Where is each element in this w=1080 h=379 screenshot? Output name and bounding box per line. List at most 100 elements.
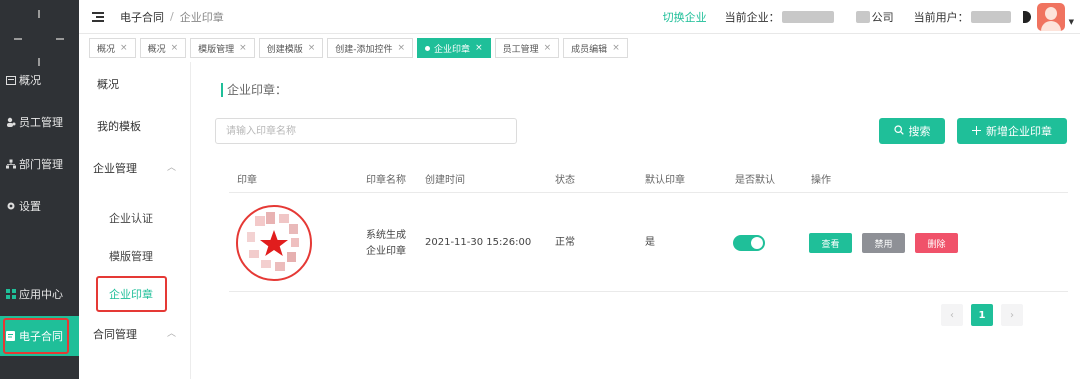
sidebar-item-settings[interactable]: 设置 [0,196,79,216]
breadcrumb-app[interactable]: 电子合同 [120,9,164,25]
disable-button[interactable]: 禁用 [862,233,905,253]
sidebar-item-label: 员工管理 [19,116,63,129]
company-name-redacted [781,11,834,23]
close-icon[interactable]: × [475,43,483,53]
menu-group-contract-mgmt[interactable]: 合同管理 [93,326,137,342]
add-seal-button-label: 新增企业印章 [986,125,1052,138]
view-button[interactable]: 查看 [809,233,852,253]
sidebar-item-overview[interactable]: 概况 [0,70,79,90]
avatar[interactable] [1036,3,1065,31]
highlight-frame [96,276,167,312]
department-icon [5,159,16,170]
chevron-up-icon[interactable]: ︿ [167,326,176,339]
tab-add-control[interactable]: 创建-添加控件 × [327,38,414,58]
status-text: 正常 [555,237,575,248]
tab-template-mgmt[interactable]: 模版管理 × [190,38,255,58]
prev-page-button[interactable]: ‹ [941,304,963,326]
tab-create-template[interactable]: 创建模版 × [258,38,324,58]
header-right: 切换企业 当前企业： 公司 当前用户： ▼ [663,0,1080,34]
column-header: 操作 [811,175,831,186]
menu-item-template-mgmt[interactable]: 模版管理 [109,248,153,264]
next-page-button[interactable]: › [1001,304,1023,326]
tab-overview[interactable]: 概况 × [89,38,136,58]
default-seal-value: 是 [645,237,655,248]
close-icon[interactable]: × [398,43,406,53]
overview-icon [5,75,16,86]
column-header: 印章 [237,175,257,186]
staff-icon [5,117,16,128]
sidebar-item-label: 应用中心 [19,288,63,301]
company-name-suffix: 公司 [871,11,894,24]
menu-item-my-templates[interactable]: 我的模板 [97,118,141,134]
search-icon [893,124,904,138]
column-header: 状态 [555,175,575,186]
tab-overview-2[interactable]: 概况 × [139,38,187,58]
search-button[interactable]: 搜索 [879,118,945,144]
logo [0,0,79,70]
user-name-redacted [970,11,1011,23]
seal-name-line: 系统生成 [366,230,406,241]
tab-member-edit[interactable]: 成员编辑 × [563,38,628,58]
table-row: 系统生成 企业印章 2021-11-30 15:26:00 正常 是 查看 禁用… [229,194,1068,292]
breadcrumb-current: 企业印章 [179,10,224,24]
breadcrumb-separator: / [170,10,174,23]
tab-label: 概况 [97,44,116,55]
company-name-redacted [855,11,870,23]
close-icon[interactable]: × [544,43,552,53]
close-icon[interactable]: × [120,43,128,53]
menu-item-company-auth[interactable]: 企业认证 [109,210,153,226]
pagination: ‹ 1 › [941,304,1031,326]
default-toggle[interactable] [733,235,765,251]
secondary-menu: 概况 我的模板 企业管理 ︿ 企业认证 模版管理 企业印章 合同管理 ︿ [79,62,191,379]
switch-company-link[interactable]: 切换企业 [663,9,707,25]
toggle-knob [751,237,763,249]
tab-label: 模版管理 [198,44,235,55]
main-content: 企业印章： 搜索 新增企业印章 印章 印章名称 创建时间 状态 默认印章 是否默… [191,62,1080,379]
app-root: 概况 员工管理 部门管理 设置 应用中心 电子合同 电子合同 / 企业印章 切换… [0,0,1080,379]
table-header: 印章 印章名称 创建时间 状态 默认印章 是否默认 操作 [229,167,1068,193]
tab-label: 成员编辑 [571,44,608,55]
chevron-down-icon[interactable]: ▼ [1069,18,1074,26]
sidebar-item-label: 设置 [19,200,41,213]
close-icon[interactable]: × [308,43,316,53]
tab-staff-mgmt[interactable]: 员工管理 × [494,38,560,58]
column-header: 默认印章 [645,175,685,186]
gear-icon [5,201,16,212]
highlight-frame [3,318,69,354]
tab-bar: 概况 × 概况 × 模版管理 × 创建模版 × 创建-添加控件 × 企业印章 × 员工管理 ×… [79,38,1080,58]
plus-icon [972,125,981,138]
close-icon[interactable]: × [171,43,179,53]
menu-toggle-icon[interactable] [92,11,104,22]
sidebar-item-app-center[interactable]: 应用中心 [0,284,79,304]
current-user-label: 当前用户： [913,11,969,24]
apps-grid-icon [5,289,16,300]
created-time: 2021-11-30 15:26:00 [425,237,532,248]
column-header: 是否默认 [735,175,775,186]
close-icon[interactable]: × [239,43,247,53]
chevron-up-icon[interactable]: ︿ [167,160,176,173]
add-seal-button[interactable]: 新增企业印章 [957,118,1067,144]
user-badge-icon [1022,11,1031,23]
tab-company-seal[interactable]: 企业印章 × [417,38,491,58]
sidebar-item-label: 部门管理 [19,158,63,171]
section-title: 企业印章： [221,83,287,97]
seal-image [235,204,313,282]
main-sidebar: 概况 员工管理 部门管理 设置 应用中心 电子合同 [0,0,79,379]
column-header: 创建时间 [425,175,465,186]
menu-item-overview[interactable]: 概况 [97,76,119,92]
tab-label: 创建模版 [266,44,303,55]
close-icon[interactable]: × [612,43,620,53]
page-1-button[interactable]: 1 [971,304,993,326]
sidebar-item-label: 概况 [19,74,41,87]
delete-button[interactable]: 删除 [915,233,958,253]
sidebar-item-staff[interactable]: 员工管理 [0,112,79,132]
tab-label: 概况 [147,44,166,55]
seal-search-input[interactable] [215,118,517,144]
top-header: 电子合同 / 企业印章 切换企业 当前企业： 公司 当前用户： ▼ [79,0,1080,34]
seal-name-line: 企业印章 [366,246,406,257]
seal-name: 系统生成 企业印章 [366,228,406,260]
column-header: 印章名称 [366,175,406,186]
menu-group-company-mgmt[interactable]: 企业管理 [93,160,137,176]
sidebar-item-department[interactable]: 部门管理 [0,154,79,174]
tab-label: 企业印章 [434,44,471,55]
